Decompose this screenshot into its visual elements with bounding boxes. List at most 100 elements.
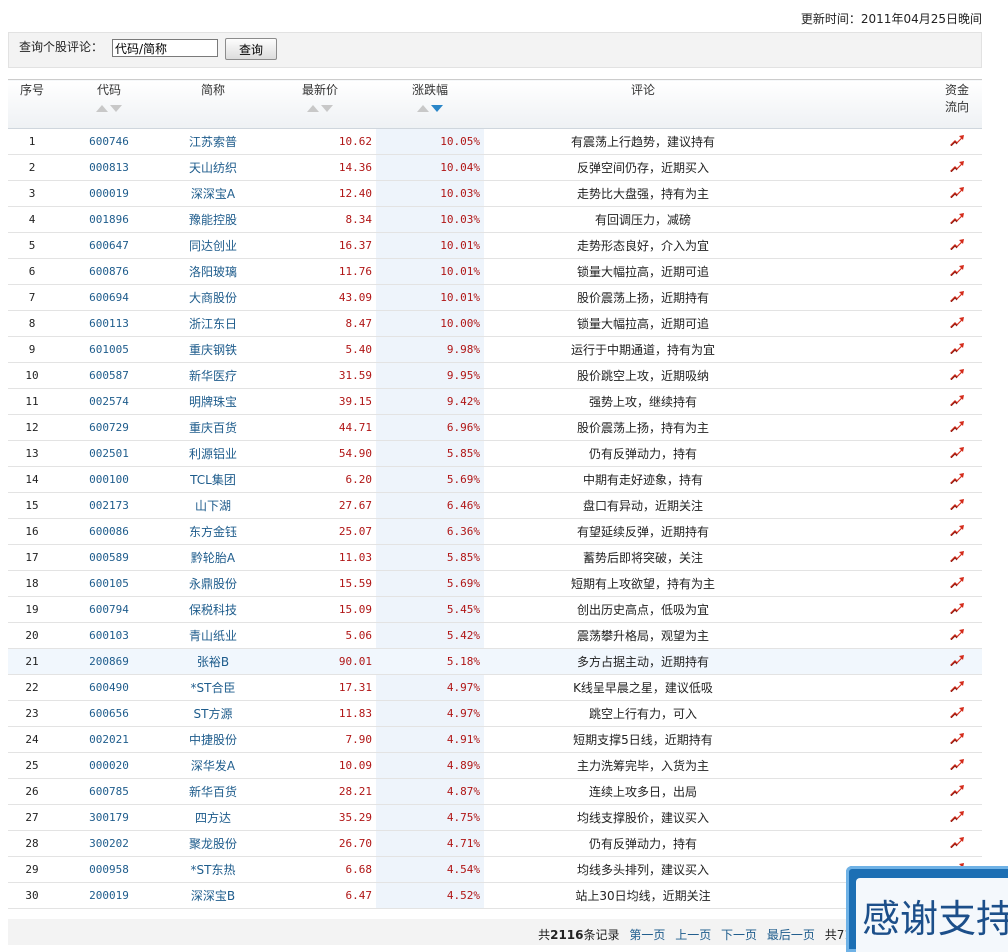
fund-flow-cell[interactable]: [932, 180, 982, 207]
stock-name-link[interactable]: 聚龙股份: [162, 830, 264, 857]
stock-name-link[interactable]: 东方金钰: [162, 518, 264, 545]
stock-name-link[interactable]: 张裕B: [162, 648, 264, 675]
stock-code-link[interactable]: 600656: [56, 700, 162, 727]
stock-code-link[interactable]: 300202: [56, 830, 162, 857]
stock-name-link[interactable]: ST方源: [162, 700, 264, 727]
fund-flow-cell[interactable]: [932, 336, 982, 363]
fund-flow-cell[interactable]: [932, 778, 982, 805]
stock-name-link[interactable]: 天山纺织: [162, 154, 264, 181]
red-up-trend-arrow-icon[interactable]: [949, 758, 965, 770]
red-up-trend-arrow-icon[interactable]: [949, 264, 965, 276]
fund-flow-cell[interactable]: [932, 284, 982, 311]
stock-code-link[interactable]: 000020: [56, 752, 162, 779]
stock-name-link[interactable]: 新华百货: [162, 778, 264, 805]
stock-name-link[interactable]: 明牌珠宝: [162, 388, 264, 415]
red-up-trend-arrow-icon[interactable]: [949, 290, 965, 302]
red-up-trend-arrow-icon[interactable]: [949, 238, 965, 250]
fund-flow-cell[interactable]: [932, 466, 982, 493]
stock-code-link[interactable]: 002574: [56, 388, 162, 415]
red-up-trend-arrow-icon[interactable]: [949, 316, 965, 328]
red-up-trend-arrow-icon[interactable]: [949, 134, 965, 146]
stock-code-link[interactable]: 001896: [56, 206, 162, 233]
stock-name-link[interactable]: 江苏索普: [162, 128, 264, 155]
fund-flow-cell[interactable]: [932, 232, 982, 259]
stock-name-link[interactable]: 永鼎股份: [162, 570, 264, 597]
stock-code-link[interactable]: 600729: [56, 414, 162, 441]
red-up-trend-arrow-icon[interactable]: [949, 394, 965, 406]
sort-down-icon[interactable]: [110, 105, 122, 112]
red-up-trend-arrow-icon[interactable]: [949, 472, 965, 484]
stock-name-link[interactable]: 重庆百货: [162, 414, 264, 441]
stock-code-link[interactable]: 600113: [56, 310, 162, 337]
stock-name-link[interactable]: 新华医疗: [162, 362, 264, 389]
fund-flow-cell[interactable]: [932, 362, 982, 389]
stock-code-link[interactable]: 000589: [56, 544, 162, 571]
fund-flow-cell[interactable]: [932, 154, 982, 181]
thanks-banner[interactable]: 感谢支持: [846, 866, 1008, 952]
stock-name-link[interactable]: 深深宝A: [162, 180, 264, 207]
red-up-trend-arrow-icon[interactable]: [949, 602, 965, 614]
red-up-trend-arrow-icon[interactable]: [949, 186, 965, 198]
red-up-trend-arrow-icon[interactable]: [949, 524, 965, 536]
fund-flow-cell[interactable]: [932, 700, 982, 727]
sort-up-icon[interactable]: [417, 105, 429, 112]
stock-name-link[interactable]: 保税科技: [162, 596, 264, 623]
fund-flow-cell[interactable]: [932, 544, 982, 571]
col-code[interactable]: 代码: [56, 79, 162, 129]
prev-page-link[interactable]: 上一页: [675, 928, 711, 942]
fund-flow-cell[interactable]: [932, 570, 982, 597]
fund-flow-cell[interactable]: [932, 518, 982, 545]
stock-name-link[interactable]: 豫能控股: [162, 206, 264, 233]
stock-code-link[interactable]: 601005: [56, 336, 162, 363]
red-up-trend-arrow-icon[interactable]: [949, 706, 965, 718]
red-up-trend-arrow-icon[interactable]: [949, 420, 965, 432]
red-up-trend-arrow-icon[interactable]: [949, 550, 965, 562]
next-page-link[interactable]: 下一页: [721, 928, 757, 942]
stock-code-link[interactable]: 000100: [56, 466, 162, 493]
red-up-trend-arrow-icon[interactable]: [949, 810, 965, 822]
stock-name-link[interactable]: 洛阳玻璃: [162, 258, 264, 285]
red-up-trend-arrow-icon[interactable]: [949, 498, 965, 510]
last-page-link[interactable]: 最后一页: [767, 928, 815, 942]
stock-code-link[interactable]: 600647: [56, 232, 162, 259]
stock-name-link[interactable]: 深深宝B: [162, 882, 264, 909]
stock-name-link[interactable]: TCL集团: [162, 466, 264, 493]
stock-name-link[interactable]: 黔轮胎A: [162, 544, 264, 571]
fund-flow-cell[interactable]: [932, 648, 982, 675]
fund-flow-cell[interactable]: [932, 414, 982, 441]
stock-code-link[interactable]: 002021: [56, 726, 162, 753]
stock-code-link[interactable]: 600587: [56, 362, 162, 389]
fund-flow-cell[interactable]: [932, 128, 982, 155]
stock-code-link[interactable]: 600490: [56, 674, 162, 701]
red-up-trend-arrow-icon[interactable]: [949, 212, 965, 224]
red-up-trend-arrow-icon[interactable]: [949, 576, 965, 588]
fund-flow-cell[interactable]: [932, 622, 982, 649]
sort-up-icon[interactable]: [96, 105, 108, 112]
red-up-trend-arrow-icon[interactable]: [949, 628, 965, 640]
stock-name-link[interactable]: 四方达: [162, 804, 264, 831]
query-button[interactable]: 查询: [225, 38, 277, 60]
stock-code-link[interactable]: 200869: [56, 648, 162, 675]
stock-code-link[interactable]: 600105: [56, 570, 162, 597]
fund-flow-cell[interactable]: [932, 752, 982, 779]
sort-down-active-icon[interactable]: [431, 105, 443, 112]
fund-flow-cell[interactable]: [932, 440, 982, 467]
sort-up-icon[interactable]: [307, 105, 319, 112]
sort-down-icon[interactable]: [321, 105, 333, 112]
fund-flow-cell[interactable]: [932, 258, 982, 285]
red-up-trend-arrow-icon[interactable]: [949, 446, 965, 458]
col-change[interactable]: 涨跌幅: [376, 79, 484, 129]
red-up-trend-arrow-icon[interactable]: [949, 368, 965, 380]
red-up-trend-arrow-icon[interactable]: [949, 160, 965, 172]
stock-name-link[interactable]: 山下湖: [162, 492, 264, 519]
red-up-trend-arrow-icon[interactable]: [949, 732, 965, 744]
stock-code-link[interactable]: 000019: [56, 180, 162, 207]
col-price[interactable]: 最新价: [264, 79, 376, 129]
stock-name-link[interactable]: *ST东热: [162, 856, 264, 883]
first-page-link[interactable]: 第一页: [629, 928, 665, 942]
stock-code-link[interactable]: 002501: [56, 440, 162, 467]
stock-name-link[interactable]: 大商股份: [162, 284, 264, 311]
stock-search-input[interactable]: [112, 39, 218, 57]
stock-code-link[interactable]: 600086: [56, 518, 162, 545]
stock-name-link[interactable]: 深华发A: [162, 752, 264, 779]
